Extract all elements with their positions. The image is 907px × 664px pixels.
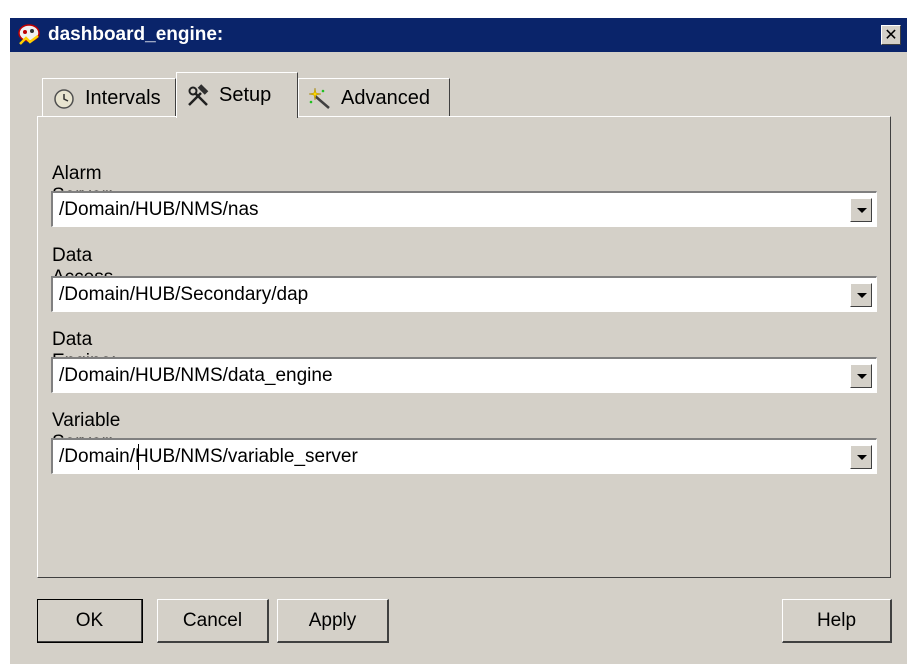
tab-advanced-label: Advanced — [341, 87, 430, 109]
window-title: dashboard_engine: — [48, 24, 224, 45]
alarm-server-select[interactable]: /Domain/HUB/NMS/nas — [51, 191, 877, 227]
title-bar: dashboard_engine: ✕ — [10, 18, 907, 52]
hammer-wrench-icon — [188, 83, 209, 106]
text-cursor — [138, 444, 139, 470]
tab-advanced[interactable]: Advanced — [298, 78, 450, 118]
data-engine-value: /Domain/HUB/NMS/data_engine — [59, 365, 333, 386]
data-access-probe-value: /Domain/HUB/Secondary/dap — [59, 284, 309, 305]
cancel-button[interactable]: Cancel — [157, 599, 269, 643]
data-engine-select[interactable]: /Domain/HUB/NMS/data_engine — [51, 357, 877, 393]
ok-button-label: OK — [75, 609, 104, 631]
app-icon — [18, 24, 40, 45]
tab-setup[interactable]: Setup — [176, 72, 298, 118]
tab-intervals-label: Intervals — [85, 87, 161, 109]
cancel-button-label: Cancel — [182, 609, 243, 631]
close-icon: ✕ — [884, 25, 898, 44]
tab-setup-label: Setup — [219, 84, 272, 106]
apply-button-label: Apply — [308, 609, 357, 631]
clock-icon — [54, 88, 74, 109]
background-edge — [0, 18, 10, 664]
tab-intervals[interactable]: Intervals — [42, 78, 176, 118]
variable-server-select[interactable]: /Domain/HUB/NMS/variable_server — [51, 438, 877, 474]
data-access-probe-select[interactable]: /Domain/HUB/Secondary/dap — [51, 276, 877, 312]
alarm-server-value: /Domain/HUB/NMS/nas — [59, 199, 259, 220]
tab-panel-setup — [37, 116, 891, 578]
apply-button[interactable]: Apply — [277, 599, 389, 643]
help-button[interactable]: Help — [782, 599, 892, 643]
variable-server-value: /Domain/HUB/NMS/variable_server — [59, 446, 358, 467]
help-button-label: Help — [816, 609, 857, 631]
data-engine-dropdown-arrow[interactable] — [850, 364, 872, 388]
close-button[interactable]: ✕ — [881, 25, 901, 45]
data-access-probe-dropdown-arrow[interactable] — [850, 283, 872, 307]
background-window-strip — [0, 0, 907, 18]
magic-wand-icon — [308, 87, 330, 109]
alarm-server-dropdown-arrow[interactable] — [850, 198, 872, 222]
variable-server-dropdown-arrow[interactable] — [850, 445, 872, 469]
ok-button[interactable]: OK — [37, 599, 143, 643]
